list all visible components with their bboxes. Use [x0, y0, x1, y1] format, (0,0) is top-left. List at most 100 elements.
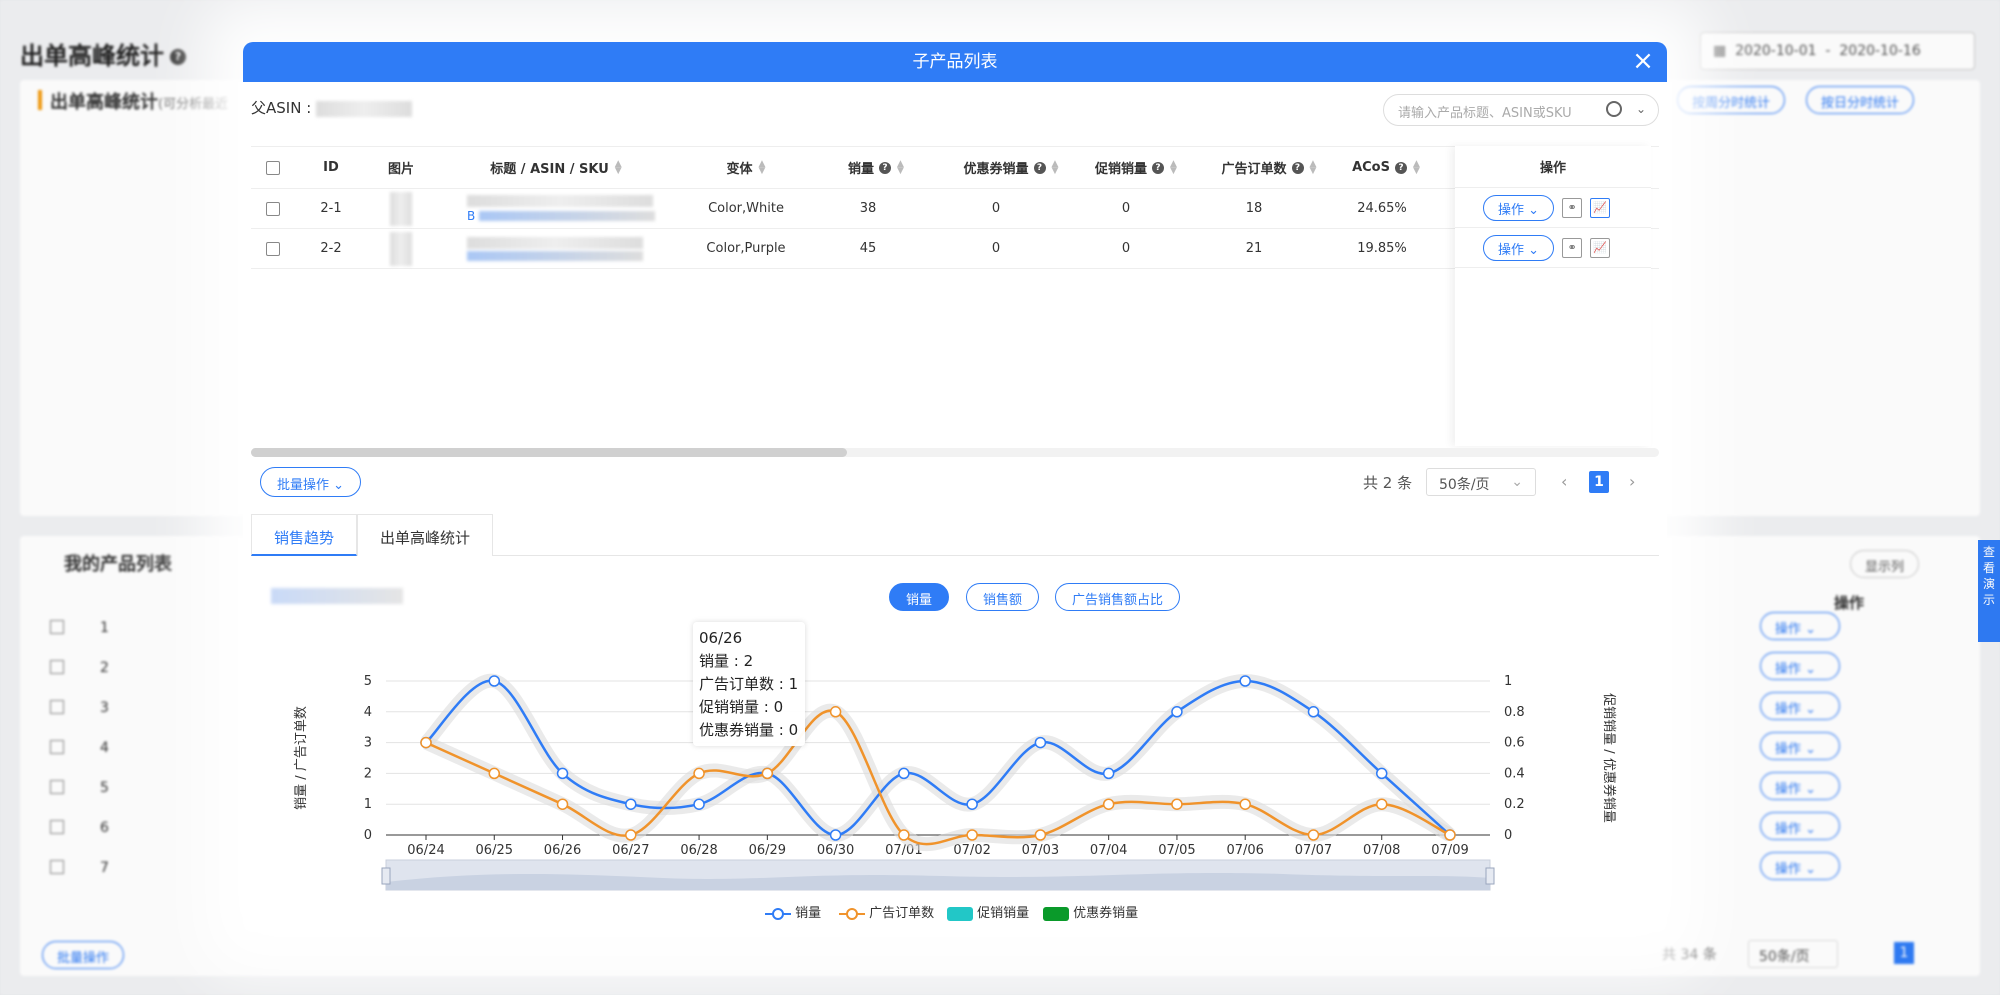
current-page[interactable]: 1	[1589, 471, 1609, 493]
data-point	[1034, 829, 1047, 841]
batch-operations-button[interactable]: 批量操作 ⌄	[260, 467, 362, 497]
y-axis-label: 销量 / 广告订单数	[294, 706, 309, 810]
y-tick-label: 4	[364, 705, 372, 720]
legend-item[interactable]: 促销销量	[947, 902, 1029, 921]
horizontal-scrollbar[interactable]	[251, 448, 1659, 457]
operations-column: 操作 操作 ⌄ ⚭ 📈 操作 ⌄ ⚭ 📈	[1455, 146, 1651, 446]
col-acos[interactable]: ACoS? ▲ ▼	[1331, 147, 1441, 188]
legend-label: 销量	[795, 906, 822, 921]
product-thumbnail	[390, 231, 412, 266]
product-title-cell[interactable]: B	[467, 189, 657, 228]
prev-page-icon[interactable]: ‹	[1561, 472, 1567, 491]
chart-tooltip: 06/26 销量 : 2 广告订单数 : 1 促销销量 : 0 优惠券销量 : …	[693, 622, 805, 746]
row-id: 2-1	[320, 201, 342, 216]
y2-tick-label: 0.4	[1504, 766, 1525, 781]
legend-item[interactable]: 销量	[765, 902, 821, 921]
row-checkbox[interactable]	[266, 241, 280, 256]
asin-blurred[interactable]	[467, 250, 643, 261]
tab-peak-stats[interactable]: 出单高峰统计	[357, 514, 494, 556]
acos: 24.65%	[1357, 201, 1407, 216]
product-title-blurred	[467, 236, 643, 249]
data-point	[1375, 767, 1388, 780]
data-point	[898, 767, 910, 780]
product-title-cell[interactable]	[467, 229, 657, 268]
data-point	[625, 798, 637, 810]
asin-blurred[interactable]	[479, 210, 656, 221]
data-point	[898, 829, 910, 841]
x-tick-label: 07/05	[1158, 843, 1195, 858]
table-row: 2-2 Color,Purple 45 0 0 21 19.85%	[251, 229, 1659, 269]
x-tick-label: 06/26	[544, 843, 581, 858]
data-point	[1171, 706, 1183, 718]
y2-tick-label: 0.2	[1504, 797, 1525, 812]
col-operations: 操作	[1539, 161, 1566, 176]
y2-tick-label: 1	[1504, 674, 1512, 689]
parent-asin-value-blurred	[316, 100, 413, 117]
scrollbar-thumb[interactable]	[251, 448, 847, 457]
legend-item[interactable]: 优惠券销量	[1043, 902, 1138, 921]
chart-icon[interactable]: 📈	[1590, 197, 1611, 218]
col-coupon-sales[interactable]: 优惠券销量? ▲ ▼	[936, 147, 1086, 188]
search-icon[interactable]	[1606, 101, 1622, 117]
y-tick-label: 5	[364, 674, 372, 689]
operations-dropdown[interactable]: 操作 ⌄	[1483, 194, 1555, 221]
data-point	[625, 829, 637, 841]
data-point	[761, 767, 774, 780]
legend-label: 广告订单数	[869, 906, 935, 921]
link-icon[interactable]: ⚭	[1562, 237, 1583, 258]
tooltip-line: 促销销量 : 0	[699, 698, 784, 716]
product-search-input[interactable]: 请输入产品标题、ASIN或SKU ⌄	[1383, 94, 1659, 126]
col-variant[interactable]: 变体 ▲ ▼	[691, 147, 801, 188]
variant: Color,Purple	[706, 241, 786, 256]
chevron-down-icon[interactable]: ⌄	[1636, 102, 1646, 116]
tooltip-line: 优惠券销量 : 0	[699, 721, 799, 739]
y2-tick-label: 0.8	[1504, 705, 1525, 720]
data-point	[829, 706, 842, 718]
y2-tick-label: 0.6	[1504, 736, 1525, 751]
data-point	[1171, 798, 1183, 810]
link-icon[interactable]: ⚭	[1562, 197, 1583, 218]
x-tick-label: 07/04	[1090, 843, 1127, 858]
metric-sales-button[interactable]: 销量	[889, 583, 950, 611]
zoom-handle-left	[381, 867, 391, 885]
variant: Color,White	[708, 201, 784, 216]
x-tick-label: 07/06	[1226, 843, 1263, 858]
metric-revenue-button[interactable]: 销售额	[966, 583, 1040, 611]
close-icon[interactable]: ×	[1629, 48, 1657, 76]
col-ad-orders[interactable]: 广告订单数? ▲ ▼	[1199, 147, 1339, 188]
tab-sales-trend[interactable]: 销售趋势	[251, 514, 358, 556]
y2-axis-label: 促销销量 / 优惠券销量	[1601, 693, 1617, 823]
promo-sales: 0	[1121, 201, 1131, 216]
x-tick-label: 07/02	[953, 843, 990, 858]
page-size-select[interactable]: 50条/页 ⌄	[1426, 468, 1536, 496]
data-point	[1239, 798, 1251, 810]
next-page-icon[interactable]: ›	[1629, 472, 1635, 491]
data-point	[1034, 736, 1047, 749]
sales-trend-chart: 0 0 1 0.2 2 0.4 3 0.6 4 0.8 5 1 06/24 06/25 06/26 06/27…	[294, 673, 1617, 891]
row-checkbox[interactable]	[266, 201, 280, 216]
data-point	[488, 675, 501, 687]
sales: 45	[859, 241, 877, 256]
x-tick-label: 06/30	[817, 843, 854, 858]
help-icon: ?	[1033, 161, 1046, 174]
col-id[interactable]: ID	[301, 147, 361, 188]
ad-orders: 21	[1245, 241, 1263, 256]
legend-item[interactable]: 广告订单数	[839, 902, 934, 921]
x-tick-label: 06/28	[680, 843, 717, 858]
select-all-checkbox[interactable]	[266, 160, 280, 175]
tooltip-date: 06/26	[699, 629, 743, 647]
col-title[interactable]: 标题 / ASIN / SKU ▲ ▼	[461, 147, 651, 188]
data-point	[829, 829, 842, 841]
operations-dropdown[interactable]: 操作 ⌄	[1483, 234, 1555, 261]
child-products-table: ID 图片 标题 / ASIN / SKU ▲ ▼ 变体 ▲ ▼ 销量? ▲ ▼ 优惠券销量…	[251, 146, 1659, 269]
chart-icon[interactable]: 📈	[1590, 237, 1611, 258]
x-tick-label: 07/07	[1295, 843, 1332, 858]
help-icon: ?	[1152, 161, 1165, 174]
legend-label: 促销销量	[977, 906, 1030, 921]
col-sales[interactable]: 销量? ▲ ▼	[821, 147, 931, 188]
metric-ad-share-button[interactable]: 广告销售额占比	[1055, 583, 1181, 611]
data-point	[693, 767, 705, 780]
y-tick-label: 1	[364, 797, 372, 812]
data-point	[1375, 798, 1388, 810]
col-promo-sales[interactable]: 促销销量? ▲ ▼	[1071, 147, 1201, 188]
